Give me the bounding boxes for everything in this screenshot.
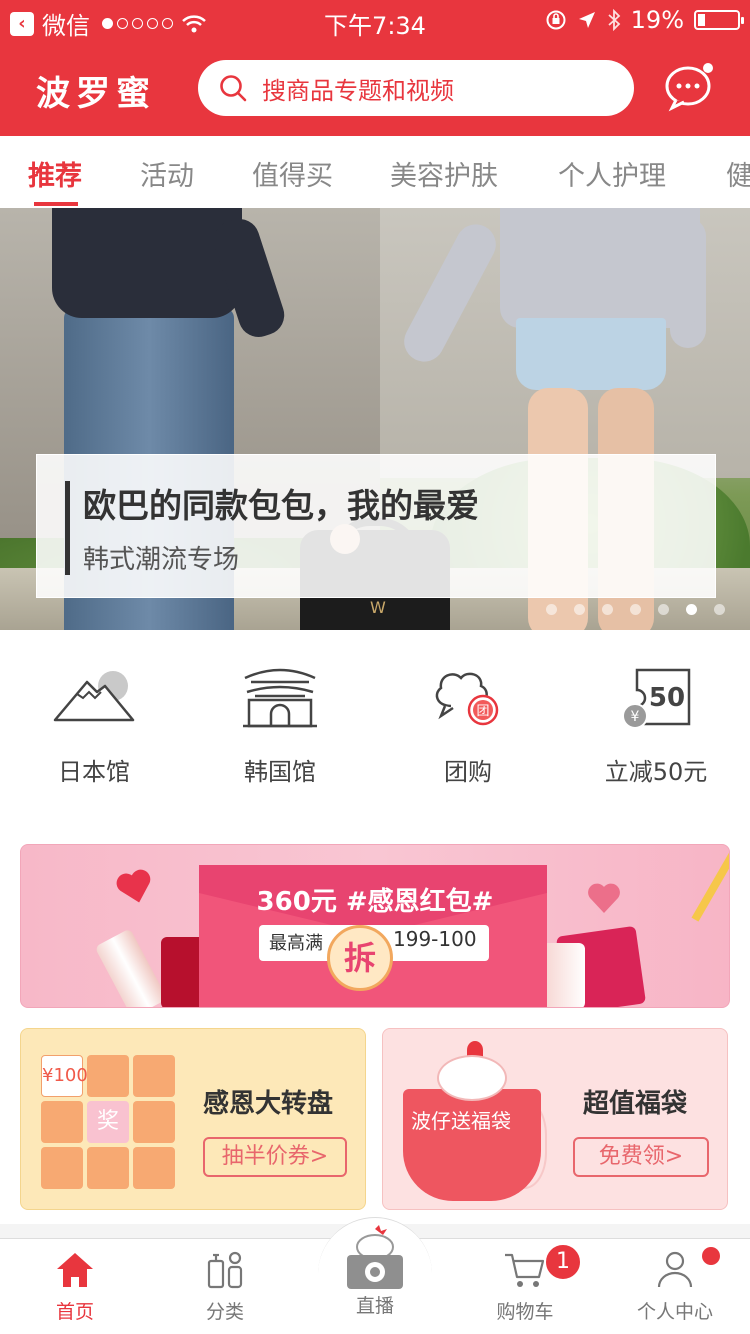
coupon-value: 50 xyxy=(649,683,685,713)
pager-dot[interactable] xyxy=(714,604,725,615)
promo-title: 360元 #感恩红包# xyxy=(256,887,494,917)
tab-personal-care[interactable]: 个人护理 xyxy=(558,154,666,193)
cart-icon xyxy=(505,1253,545,1287)
group-buy-icon: 团 xyxy=(435,672,499,726)
lucky-bag-card[interactable]: 波仔送福袋 超值福袋 免费领> xyxy=(382,1028,728,1210)
open-envelope-button[interactable]: 拆 xyxy=(327,925,393,991)
battery-icon xyxy=(694,10,744,30)
tab-live[interactable]: 直播 xyxy=(300,1225,450,1318)
rotation-lock-icon xyxy=(546,10,566,30)
quick-link-coupon[interactable]: 50 ¥ 立减50元 xyxy=(576,660,736,787)
tab-category[interactable]: 分类 xyxy=(150,1247,300,1324)
tab-profile[interactable]: 个人中心 xyxy=(600,1247,750,1324)
pager-dot[interactable] xyxy=(546,604,557,615)
card-title: 超值福袋 xyxy=(583,1089,688,1119)
active-tab-indicator xyxy=(34,202,78,206)
tab-health[interactable]: 健 xyxy=(726,154,750,193)
cosmetic-bottle xyxy=(94,928,168,1007)
tab-activity[interactable]: 活动 xyxy=(140,154,194,193)
coupon-icon: 50 ¥ xyxy=(622,668,691,729)
red-envelope-promo[interactable]: 360元 #感恩红包# 最高满 199-100 拆 xyxy=(20,844,730,1008)
banner-subtitle: 韩式潮流专场 xyxy=(83,545,240,575)
tab-beauty-skincare[interactable]: 美容护肤 xyxy=(390,154,498,193)
coupon-currency: ¥ xyxy=(631,709,640,725)
prize-grid: ¥100 奖 xyxy=(41,1055,175,1189)
lucky-wheel-card[interactable]: ¥100 奖 感恩大转盘 抽半价券> xyxy=(20,1028,366,1210)
bluetooth-icon xyxy=(608,9,620,31)
message-icon[interactable] xyxy=(662,60,714,112)
lucky-bag-text: 波仔送福袋 xyxy=(411,1109,511,1133)
category-icon xyxy=(207,1251,243,1289)
quick-link-label: 日本馆 xyxy=(58,758,130,786)
pager-dot[interactable] xyxy=(602,604,613,615)
card-title: 感恩大转盘 xyxy=(203,1089,334,1119)
home-icon xyxy=(57,1253,93,1287)
prize-cell-100: ¥100 xyxy=(41,1055,88,1097)
group-buy-badge: 团 xyxy=(476,704,489,719)
location-icon xyxy=(578,12,595,28)
banner-pager[interactable] xyxy=(546,604,725,615)
half-price-coupon-button[interactable]: 抽半价券> xyxy=(203,1137,347,1177)
claim-free-button[interactable]: 免费领> xyxy=(573,1137,709,1177)
profile-icon xyxy=(657,1251,693,1288)
prize-cell-center: 奖 xyxy=(87,1101,129,1143)
search-icon xyxy=(220,75,247,102)
profile-notification-dot xyxy=(702,1247,720,1265)
pager-dot[interactable] xyxy=(574,604,585,615)
quick-link-label: 立减50元 xyxy=(604,758,708,786)
tab-home[interactable]: 首页 xyxy=(0,1247,150,1324)
cart-count-badge: 1 xyxy=(544,1243,582,1281)
quick-link-label: 韩国馆 xyxy=(244,758,316,786)
tab-worth-buying[interactable]: 值得买 xyxy=(252,154,333,193)
mount-fuji-icon xyxy=(53,671,135,722)
category-tabs: 推荐 活动 值得买 美容护肤 个人护理 健 xyxy=(0,136,750,208)
bag-letter: W xyxy=(370,598,386,617)
app-header: 波罗蜜 搜商品专题和视频 xyxy=(0,40,750,136)
search-placeholder: 搜商品专题和视频 xyxy=(262,76,454,105)
promo-left-text: 最高满 xyxy=(269,933,323,954)
cosmetic-bottle xyxy=(541,943,585,1007)
tab-recommend[interactable]: 推荐 xyxy=(28,154,82,193)
quick-links: 日本馆 韩国馆 团 团购 50 ¥ 立减50元 xyxy=(0,660,750,800)
app-logo[interactable]: 波罗蜜 xyxy=(36,66,156,115)
search-bar[interactable]: 搜商品专题和视频 xyxy=(198,60,634,116)
banner-title: 欧巴的同款包包，我的最爱 xyxy=(83,486,479,525)
status-bar: ‹ 微信 下午7:34 19% xyxy=(0,0,750,40)
battery-percent: 19% xyxy=(630,6,684,34)
quick-link-label: 团购 xyxy=(444,758,492,786)
mascot-icon xyxy=(437,1055,507,1101)
pager-dot[interactable] xyxy=(686,604,697,615)
banner-caption: 欧巴的同款包包，我的最爱 韩式潮流专场 xyxy=(36,454,716,598)
quick-link-japan[interactable]: 日本馆 xyxy=(14,660,174,787)
status-right: 19% xyxy=(545,6,744,34)
korean-gate-icon xyxy=(243,668,317,728)
pager-dot[interactable] xyxy=(658,604,669,615)
live-camera-icon xyxy=(347,1225,403,1289)
promo-right-text: 199-100 xyxy=(393,927,477,951)
bottom-tab-bar: 首页 分类 直播 购物车 1 个人中心 xyxy=(0,1217,750,1334)
pager-dot[interactable] xyxy=(630,604,641,615)
quick-link-group-buy[interactable]: 团 团购 xyxy=(388,660,548,787)
hero-banner[interactable]: W 欧巴的同款包包，我的最爱 韩式潮流专场 xyxy=(0,208,750,630)
quick-link-korea[interactable]: 韩国馆 xyxy=(200,660,360,787)
